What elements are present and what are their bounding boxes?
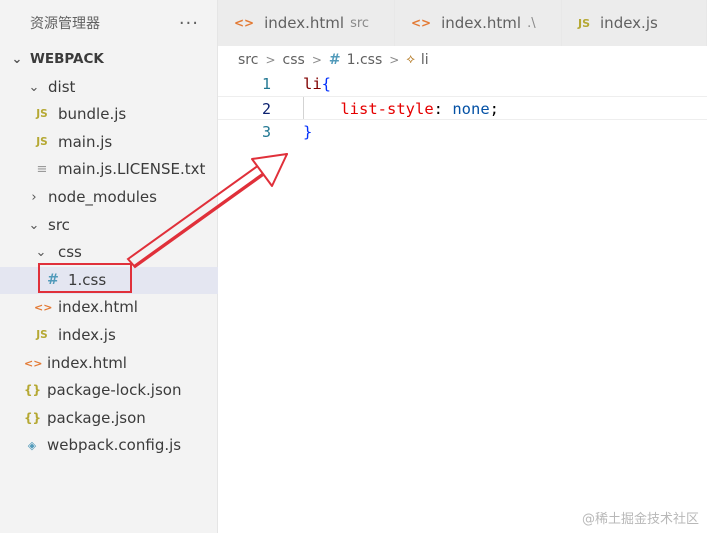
tree-item-label: webpack.config.js — [47, 436, 182, 455]
tab-description: .\ — [527, 15, 536, 31]
js-file-icon: JS — [36, 328, 48, 341]
js-file-icon: JS — [36, 108, 48, 121]
tree-item[interactable]: <> index.html — [0, 294, 218, 322]
line-number: 1 — [261, 75, 271, 93]
html-file-icon: <> — [234, 16, 255, 30]
tab-description: src — [350, 15, 370, 31]
tree-item[interactable]: ⌄ dist — [0, 74, 218, 102]
editor-tab[interactable]: <> index.html .\ — [395, 0, 562, 46]
explorer-title: 资源管理器 — [30, 16, 100, 32]
tree-item[interactable]: {} package-lock.json — [0, 377, 218, 405]
breadcrumb-separator-icon: > — [265, 53, 276, 67]
editor-tab-bar: <> index.html src <> index.html .\ JS index.js — [218, 0, 707, 46]
tree-item-label: dist — [48, 77, 76, 96]
tree-item[interactable]: ≡ main.js.LICENSE.txt — [0, 156, 218, 184]
breadcrumb-separator-icon: > — [389, 53, 400, 67]
breadcrumb-item-file[interactable]: 1.css — [347, 48, 383, 72]
html-file-icon: <> — [24, 356, 43, 370]
tree-item-label: main.js — [58, 132, 113, 151]
tree-item-label: index.html — [58, 298, 138, 317]
tree-item-label: package.json — [47, 408, 146, 427]
code-text: list-style: none; — [340, 100, 499, 118]
tree-item-label: src — [48, 215, 70, 234]
tree-item[interactable]: <> index.html — [0, 350, 218, 378]
breadcrumb-item-css[interactable]: css — [283, 48, 305, 72]
breadcrumb-separator-icon: > — [311, 53, 322, 67]
editor-tab[interactable]: JS index.js — [562, 0, 707, 46]
tree-item[interactable]: {} package.json — [0, 405, 218, 433]
explorer-sidebar: 资源管理器 ··· ⌄ WEBPACK ⌄ dist JS bundle.js JS main… — [0, 0, 218, 533]
tree-item-label: main.js.LICENSE.txt — [58, 160, 206, 179]
html-file-icon: <> — [411, 16, 432, 30]
tree-item-label: index.html — [47, 353, 127, 372]
code-text: } — [303, 120, 312, 144]
json-file-icon: {} — [24, 383, 42, 398]
css-property: list-style — [340, 100, 434, 118]
css-value: none — [452, 100, 490, 118]
chevron-right-icon[interactable]: › — [27, 184, 41, 212]
tree-item[interactable]: JS main.js — [0, 129, 218, 157]
code-line[interactable]: 1 li{ — [218, 72, 707, 96]
code-line[interactable]: 3} — [218, 120, 707, 144]
close-brace: } — [303, 123, 313, 141]
symbol-class-icon: ⟡ — [406, 52, 415, 67]
annotation-highlight-box — [38, 263, 132, 293]
webpack-icon: ◈ — [27, 439, 37, 453]
css-file-icon: # — [328, 52, 341, 68]
css-selector: li — [303, 75, 322, 93]
chevron-down-icon[interactable]: ⌄ — [27, 74, 41, 102]
tree-item-label: package-lock.json — [47, 381, 182, 400]
tree-item-label: WEBPACK — [30, 51, 104, 67]
watermark: @稀土掘金技术社区 — [581, 512, 699, 527]
tree-item[interactable]: JS index.js — [0, 322, 218, 350]
breadcrumb: src > css > # 1.css > ⟡ li — [238, 48, 429, 72]
tree-item-label: node_modules — [48, 187, 157, 206]
code-editor[interactable]: 1 li{2 list-style: none; 3} — [218, 72, 707, 533]
editor-tab[interactable]: <> index.html src — [218, 0, 395, 46]
js-file-icon: JS — [578, 16, 591, 30]
line-number: 3 — [261, 123, 271, 141]
html-file-icon: <> — [34, 301, 53, 315]
breadcrumb-item-src[interactable]: src — [238, 48, 258, 72]
tab-label: index.html — [264, 14, 345, 32]
chevron-down-icon[interactable]: ⌄ — [27, 212, 41, 240]
explorer-header: 资源管理器 ··· — [0, 0, 217, 46]
tree-item[interactable]: ⌄ WEBPACK — [0, 46, 218, 74]
text-file-icon: ≡ — [36, 162, 48, 178]
line-number: 2 — [261, 100, 271, 118]
open-brace: { — [321, 75, 332, 93]
js-file-icon: JS — [36, 135, 48, 148]
tree-item[interactable]: › node_modules — [0, 184, 218, 212]
tree-item[interactable]: ⌄ src — [0, 212, 218, 240]
breadcrumb-item-symbol[interactable]: li — [421, 48, 429, 72]
tab-label: index.html — [441, 14, 522, 32]
tree-item[interactable]: JS bundle.js — [0, 101, 218, 129]
code-text: li{ — [303, 72, 331, 96]
tree-item-label: bundle.js — [58, 105, 127, 124]
code-line[interactable]: 2 list-style: none; — [218, 96, 707, 120]
tree-item[interactable]: ◈ webpack.config.js — [0, 432, 218, 460]
chevron-down-icon[interactable]: ⌄ — [10, 46, 24, 74]
json-file-icon: {} — [24, 410, 42, 425]
tab-label: index.js — [600, 14, 658, 32]
more-actions-icon[interactable]: ··· — [179, 13, 199, 34]
tree-item-label: index.js — [58, 325, 116, 344]
file-tree: ⌄ WEBPACK ⌄ dist JS bundle.js JS main.js ≡ main.j… — [0, 46, 218, 460]
